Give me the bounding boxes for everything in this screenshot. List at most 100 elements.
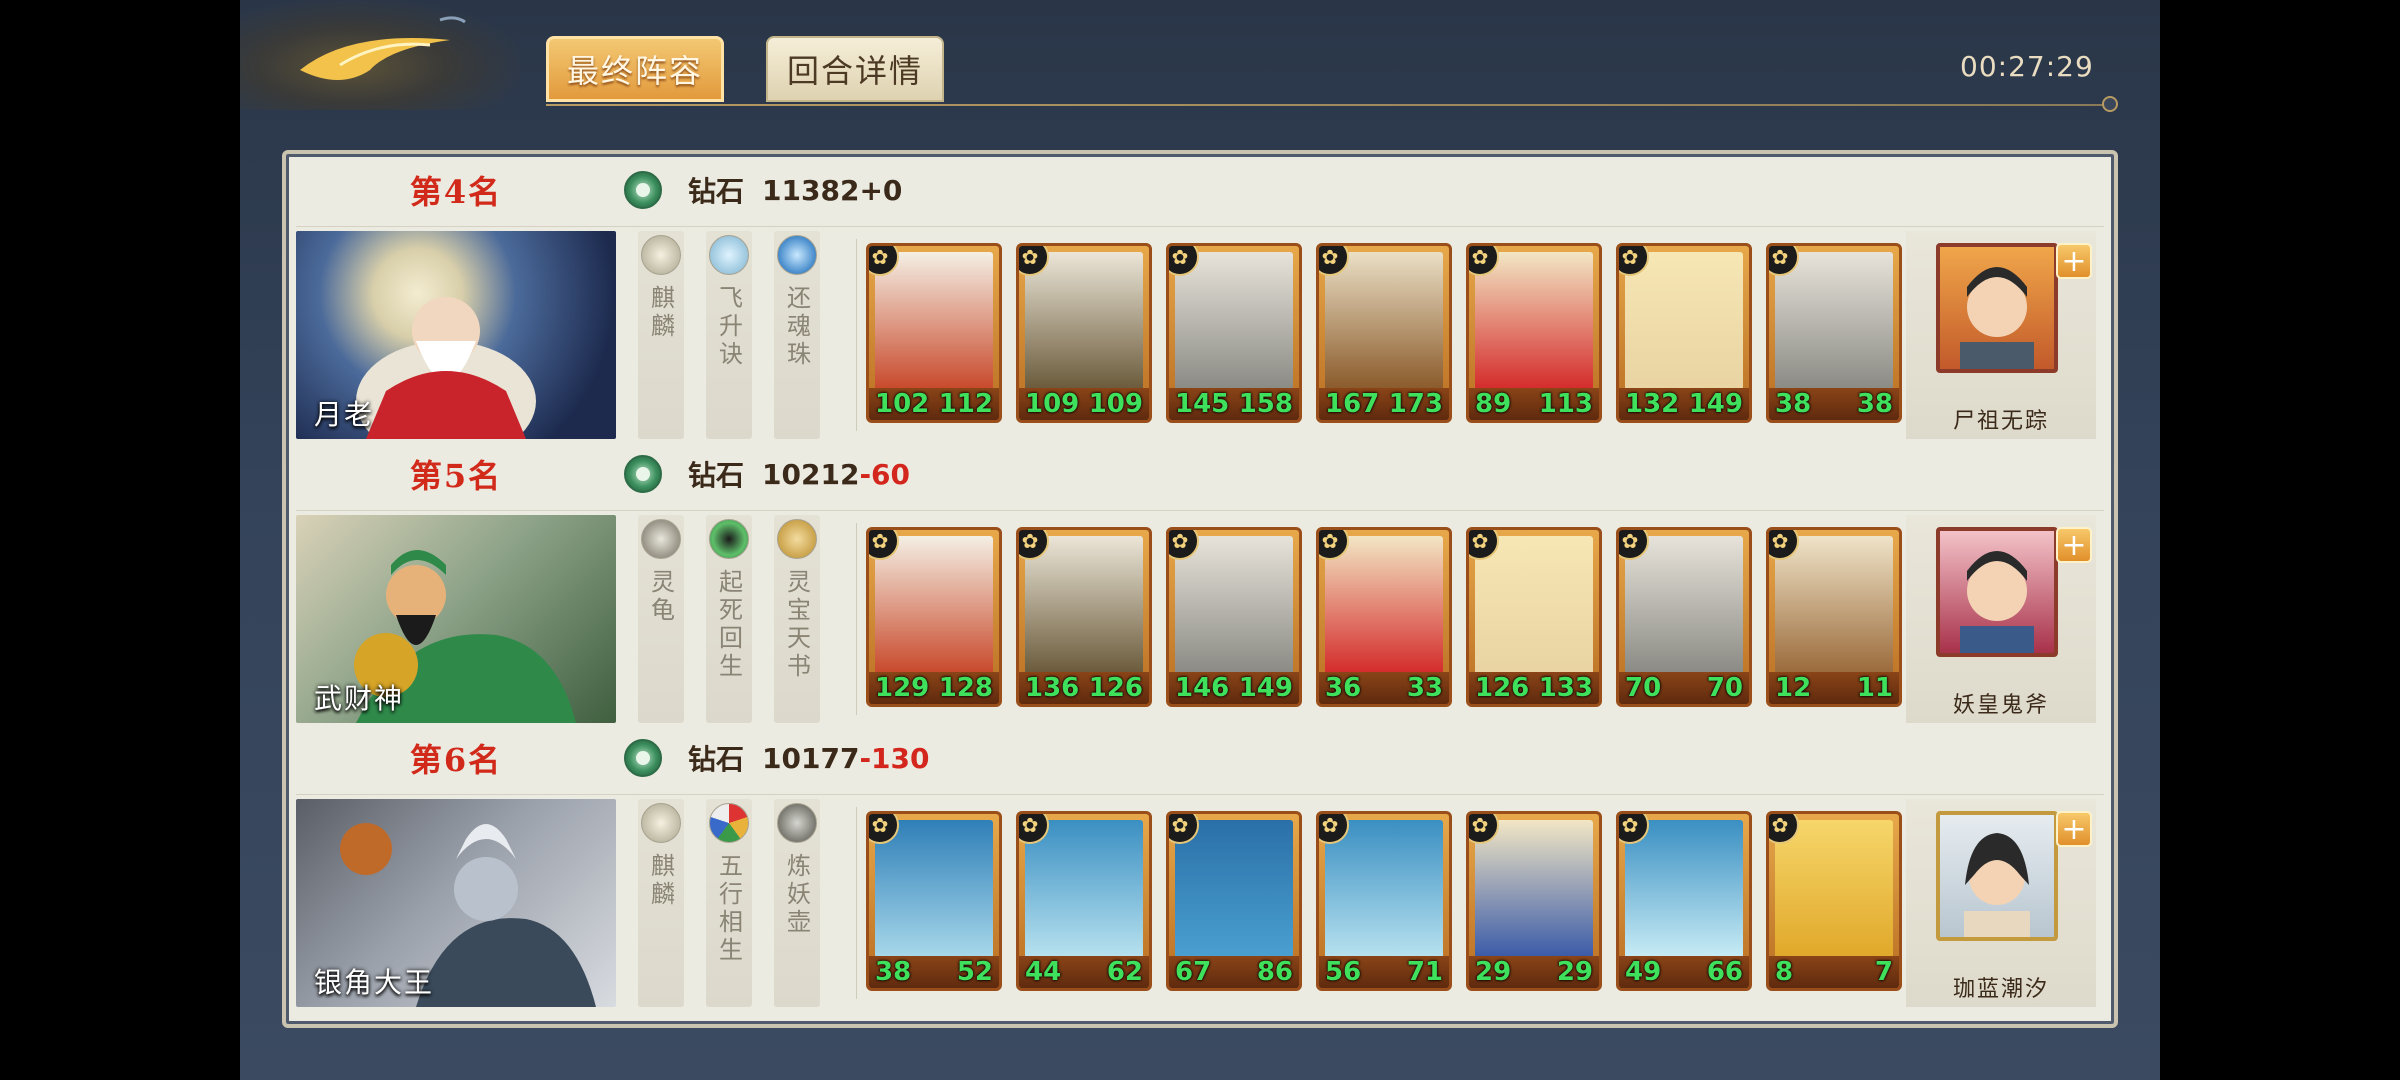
treasure-item[interactable]: 灵宝天书 <box>774 515 820 723</box>
unit-card[interactable]: ✿ 38 38 <box>1766 243 1902 423</box>
unit-attack: 38 <box>1775 389 1812 419</box>
unit-card[interactable]: ✿ 102 112 <box>866 243 1002 423</box>
unit-card[interactable]: ✿ 49 66 <box>1616 811 1752 991</box>
score-delta: +0 <box>859 173 903 207</box>
hero-name: 银角大王 <box>314 966 435 999</box>
unit-health: 38 <box>1856 389 1893 419</box>
treasure-item[interactable]: 灵龟 <box>638 515 684 723</box>
unit-attack: 67 <box>1175 957 1212 987</box>
hero-portrait[interactable]: 银角大王 <box>296 799 616 1007</box>
add-friend-button[interactable]: + <box>2056 243 2092 279</box>
qilin-icon <box>641 235 681 275</box>
treasure-item[interactable]: 麒麟 <box>638 799 684 1007</box>
player-name: 尸祖无踪 <box>1952 409 2049 434</box>
hero-portrait[interactable]: 武财神 <box>296 515 616 723</box>
player-avatar[interactable] <box>1936 527 2058 657</box>
unit-attack: 132 <box>1625 389 1680 419</box>
player-card[interactable]: + 尸祖无踪 <box>1906 231 2096 439</box>
treasure-name: 飞升诀 <box>714 285 743 369</box>
unit-attack: 8 <box>1775 957 1794 987</box>
treasure-name: 炼妖壶 <box>782 853 811 937</box>
unit-card[interactable]: ✿ 145 158 <box>1166 243 1302 423</box>
unit-card[interactable]: ✿ 12 11 <box>1766 527 1902 707</box>
divider <box>856 239 857 431</box>
unit-card[interactable]: ✿ 8 7 <box>1766 811 1902 991</box>
score-value: 11382 <box>762 173 860 207</box>
unit-attack: 29 <box>1475 957 1512 987</box>
treasure-name: 五行相生 <box>714 853 743 965</box>
unit-health: 62 <box>1106 957 1143 987</box>
unit-card[interactable]: ✿ 136 126 <box>1016 527 1152 707</box>
rank-label: 第4名 <box>409 173 503 211</box>
divider <box>856 807 857 999</box>
treasure-list: 麒麟 五行相生 炼妖壶 <box>616 799 846 1007</box>
unit-card[interactable]: ✿ 29 29 <box>1466 811 1602 991</box>
treasure-name: 灵龟 <box>646 569 675 625</box>
golden-bird-icon <box>300 16 466 80</box>
unit-card[interactable]: ✿ 89 113 <box>1466 243 1602 423</box>
add-friend-button[interactable]: + <box>2056 527 2092 563</box>
unit-card[interactable]: ✿ 36 33 <box>1316 527 1452 707</box>
hero-portrait[interactable]: 月老 <box>296 231 616 439</box>
unit-attack: 136 <box>1025 673 1080 703</box>
player-avatar[interactable] <box>1936 811 2058 941</box>
demon-cauldron-icon <box>777 803 817 843</box>
unit-health: 158 <box>1238 389 1293 419</box>
ranking-row: 第6名 钻石 10177 -130 银角大王 麒麟 五行相生 炼妖壶 ✿ 38 … <box>296 722 2104 1007</box>
unit-attack: 109 <box>1025 389 1080 419</box>
rank-label: 第5名 <box>409 457 503 495</box>
unit-attack: 49 <box>1625 957 1662 987</box>
avatar-face <box>1960 551 2034 653</box>
hero-name: 月老 <box>314 398 375 431</box>
diamond-tier-icon <box>624 739 662 777</box>
unit-health: 29 <box>1556 957 1593 987</box>
player-avatar[interactable] <box>1936 243 2058 373</box>
treasure-name: 麒麟 <box>646 853 675 909</box>
unit-card[interactable]: ✿ 167 173 <box>1316 243 1452 423</box>
spirit-turtle-icon <box>641 519 681 559</box>
treasure-name: 起死回生 <box>714 569 743 681</box>
unit-card[interactable]: ✿ 109 109 <box>1016 243 1152 423</box>
unit-card[interactable]: ✿ 67 86 <box>1166 811 1302 991</box>
unit-health: 66 <box>1706 957 1743 987</box>
treasure-item[interactable]: 飞升诀 <box>706 231 752 439</box>
unit-health: 71 <box>1406 957 1443 987</box>
ranking-panel: 第4名 钻石 11382 +0 月老 麒麟 飞升诀 还魂珠 ✿ 102 112 … <box>282 150 2118 1028</box>
unit-health: 7 <box>1874 957 1893 987</box>
unit-health: 133 <box>1538 673 1593 703</box>
treasure-item[interactable]: 起死回生 <box>706 515 752 723</box>
player-card[interactable]: + 妖皇鬼斧 <box>1906 515 2096 723</box>
unit-card[interactable]: ✿ 70 70 <box>1616 527 1752 707</box>
row-header: 第4名 钻石 11382 +0 <box>296 154 2104 227</box>
treasure-item[interactable]: 五行相生 <box>706 799 752 1007</box>
unit-attack: 12 <box>1775 673 1812 703</box>
unit-health: 126 <box>1088 673 1143 703</box>
soul-pearl-icon <box>777 235 817 275</box>
unit-card[interactable]: ✿ 146 149 <box>1166 527 1302 707</box>
unit-card[interactable]: ✿ 129 128 <box>866 527 1002 707</box>
unit-health: 33 <box>1406 673 1443 703</box>
unit-attack: 102 <box>875 389 930 419</box>
treasure-name: 麒麟 <box>646 285 675 341</box>
unit-card[interactable]: ✿ 38 52 <box>866 811 1002 991</box>
player-name: 珈蓝潮汐 <box>1952 977 2049 1002</box>
unit-health: 70 <box>1706 673 1743 703</box>
score-delta: -130 <box>859 741 930 775</box>
header-divider-knob <box>2102 96 2118 112</box>
unit-card[interactable]: ✿ 132 149 <box>1616 243 1752 423</box>
treasure-item[interactable]: 麒麟 <box>638 231 684 439</box>
unit-card[interactable]: ✿ 56 71 <box>1316 811 1452 991</box>
unit-card[interactable]: ✿ 44 62 <box>1016 811 1152 991</box>
tab-final-lineup[interactable]: 最终阵容 <box>546 36 724 102</box>
unit-attack: 89 <box>1475 389 1512 419</box>
add-friend-button[interactable]: + <box>2056 811 2092 847</box>
player-card[interactable]: + 珈蓝潮汐 <box>1906 799 2096 1007</box>
avatar-face <box>1960 267 2034 369</box>
unit-health: 86 <box>1256 957 1293 987</box>
treasure-item[interactable]: 炼妖壶 <box>774 799 820 1007</box>
unit-card[interactable]: ✿ 126 133 <box>1466 527 1602 707</box>
treasure-item[interactable]: 还魂珠 <box>774 231 820 439</box>
unit-health: 11 <box>1856 673 1893 703</box>
row-header: 第6名 钻石 10177 -130 <box>296 722 2104 795</box>
tab-round-details[interactable]: 回合详情 <box>766 36 944 102</box>
